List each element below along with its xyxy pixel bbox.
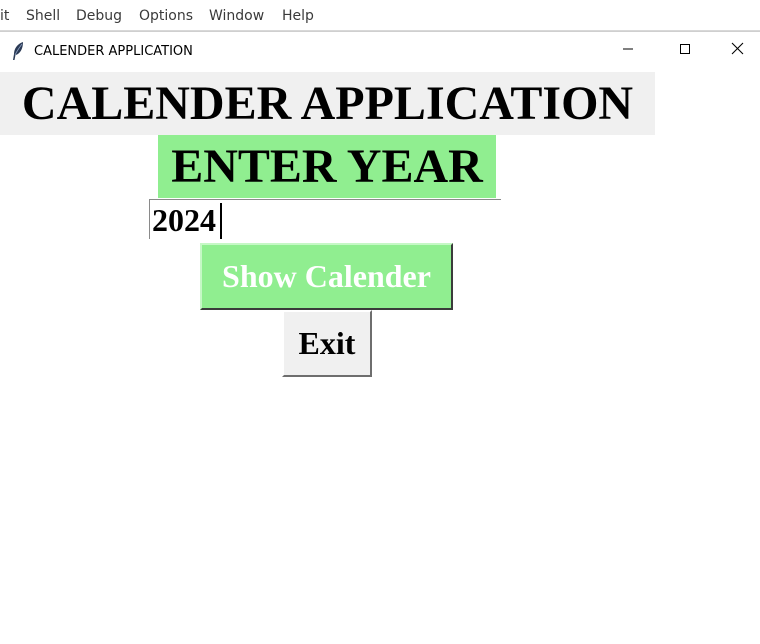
minimize-button[interactable] <box>600 32 656 70</box>
title-bar[interactable]: CALENDER APPLICATION <box>0 32 760 70</box>
year-input[interactable] <box>149 199 501 239</box>
exit-button[interactable]: Exit <box>282 310 372 377</box>
minimize-icon <box>622 42 634 60</box>
menu-debug[interactable]: Debug <box>76 8 122 24</box>
show-calender-button[interactable]: Show Calender <box>200 243 453 310</box>
menu-help[interactable]: Help <box>282 8 314 24</box>
text-cursor <box>220 203 222 239</box>
enter-year-label: ENTER YEAR <box>158 135 496 198</box>
menu-bar: it Shell Debug Options Window Help <box>0 0 760 31</box>
feather-icon <box>10 41 26 61</box>
menu-options[interactable]: Options <box>139 8 193 24</box>
menu-shell[interactable]: Shell <box>26 8 60 24</box>
menu-edit[interactable]: it <box>0 8 9 24</box>
app-heading: CALENDER APPLICATION <box>0 72 655 135</box>
app-window: CALENDER APPLICATION CALENDER APPLICATIO… <box>0 31 760 644</box>
window-title: CALENDER APPLICATION <box>34 44 193 59</box>
close-button[interactable] <box>715 32 760 70</box>
maximize-button[interactable] <box>657 32 713 70</box>
close-icon <box>731 42 744 60</box>
maximize-icon <box>679 42 691 60</box>
menu-window[interactable]: Window <box>209 8 264 24</box>
